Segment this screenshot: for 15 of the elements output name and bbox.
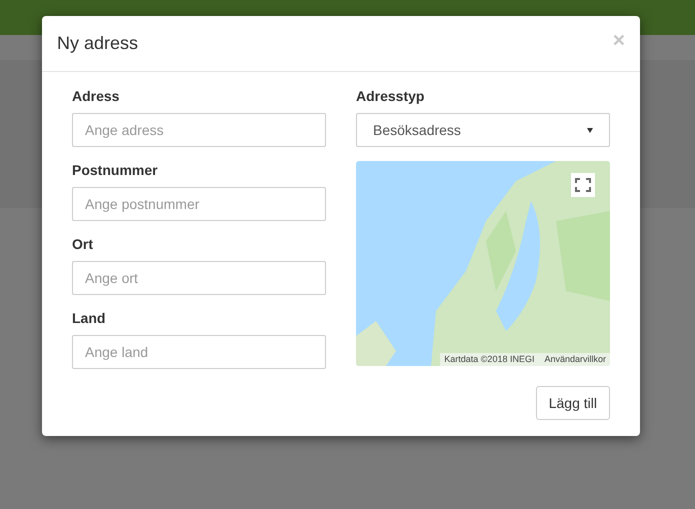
caret-icon [587,128,593,132]
add-button[interactable]: Lägg till [536,386,610,420]
dialog-title: Ny adress [57,32,138,55]
field-label: Land [72,309,106,328]
field-label: Adress [72,87,120,106]
map-attribution: Kartdata ©2018 INEGI [444,352,534,366]
field-label: Adresstyp [356,87,426,106]
input-field[interactable]: Ange adress [72,113,326,147]
select-field[interactable]: Besöksadress [356,113,610,147]
input-field[interactable]: Ange land [72,335,326,369]
input-field[interactable]: Ange ort [72,261,326,295]
field-label: Ort [72,235,94,254]
terms-link[interactable]: Användarvillkor [544,352,606,366]
field-label: Postnummer [72,161,159,180]
input-field[interactable]: Ange postnummer [72,187,326,221]
